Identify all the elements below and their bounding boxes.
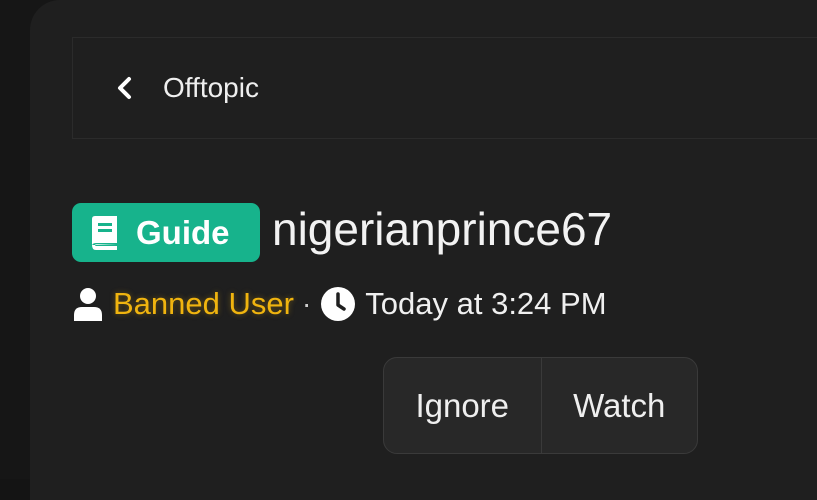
thread-prefix-label: Guide	[136, 214, 230, 251]
thread-meta: Banned User · Today at 3:24 PM	[72, 284, 607, 324]
chevron-left-icon[interactable]	[112, 74, 138, 102]
meta-separator: ·	[301, 288, 312, 319]
book-icon	[92, 216, 117, 250]
user-icon	[74, 288, 102, 321]
author-link[interactable]: Banned User	[113, 286, 294, 322]
watch-button[interactable]: Watch	[542, 358, 698, 453]
post-timestamp[interactable]: Today at 3:24 PM	[365, 286, 606, 322]
thread-action-group: Ignore Watch	[383, 357, 698, 454]
clock-icon	[321, 287, 356, 321]
ignore-button[interactable]: Ignore	[384, 358, 542, 453]
breadcrumb-link-offtopic[interactable]: Offtopic	[163, 70, 259, 106]
thread-prefix-badge[interactable]: Guide	[72, 203, 260, 262]
thread-title: nigerianprince67	[272, 203, 613, 255]
